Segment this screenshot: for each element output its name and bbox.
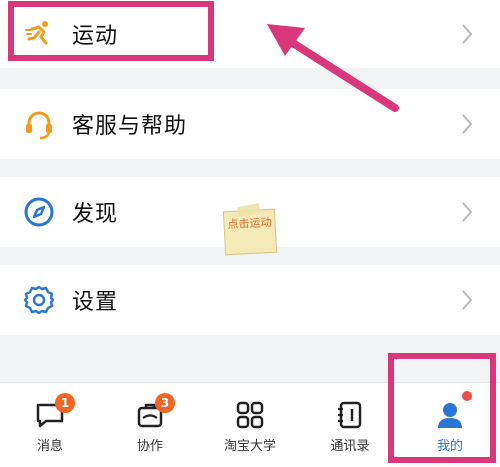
tab-collaboration[interactable]: 3 协作 xyxy=(100,383,200,467)
sticky-note: 点击运动 xyxy=(222,203,278,256)
menu-label-discover: 发现 xyxy=(72,202,119,227)
chevron-right-icon xyxy=(462,114,473,134)
gear-icon xyxy=(22,283,56,317)
menu-label-help: 客服与帮助 xyxy=(72,114,188,139)
headset-icon xyxy=(22,107,56,141)
chevron-right-icon xyxy=(462,290,473,310)
tab-label: 协作 xyxy=(136,439,163,454)
address-book-icon xyxy=(338,401,362,429)
tab-taobao-university[interactable]: 淘宝大学 xyxy=(200,383,300,467)
compass-icon xyxy=(22,195,56,229)
tab-messages[interactable]: 1 消息 xyxy=(0,383,100,467)
arrow-icon xyxy=(267,24,399,112)
note-text: 点击运动 xyxy=(227,215,272,232)
tab-label: 消息 xyxy=(36,439,63,454)
menu-label-settings: 设置 xyxy=(72,290,119,315)
chevron-right-icon xyxy=(462,24,473,44)
tab-label: 淘宝大学 xyxy=(223,439,276,454)
tab-contacts[interactable]: 通讯录 xyxy=(300,383,400,467)
highlight-box-me xyxy=(388,353,496,463)
highlight-box-sport xyxy=(8,1,214,61)
menu-item-settings[interactable]: 设置 xyxy=(0,265,500,335)
chevron-right-icon xyxy=(462,202,473,222)
badge-count: 3 xyxy=(155,393,175,413)
grid-icon xyxy=(236,401,264,429)
menu-item-help[interactable]: 客服与帮助 xyxy=(0,89,500,159)
badge-count: 1 xyxy=(55,393,75,413)
tab-label: 通讯录 xyxy=(330,439,370,454)
